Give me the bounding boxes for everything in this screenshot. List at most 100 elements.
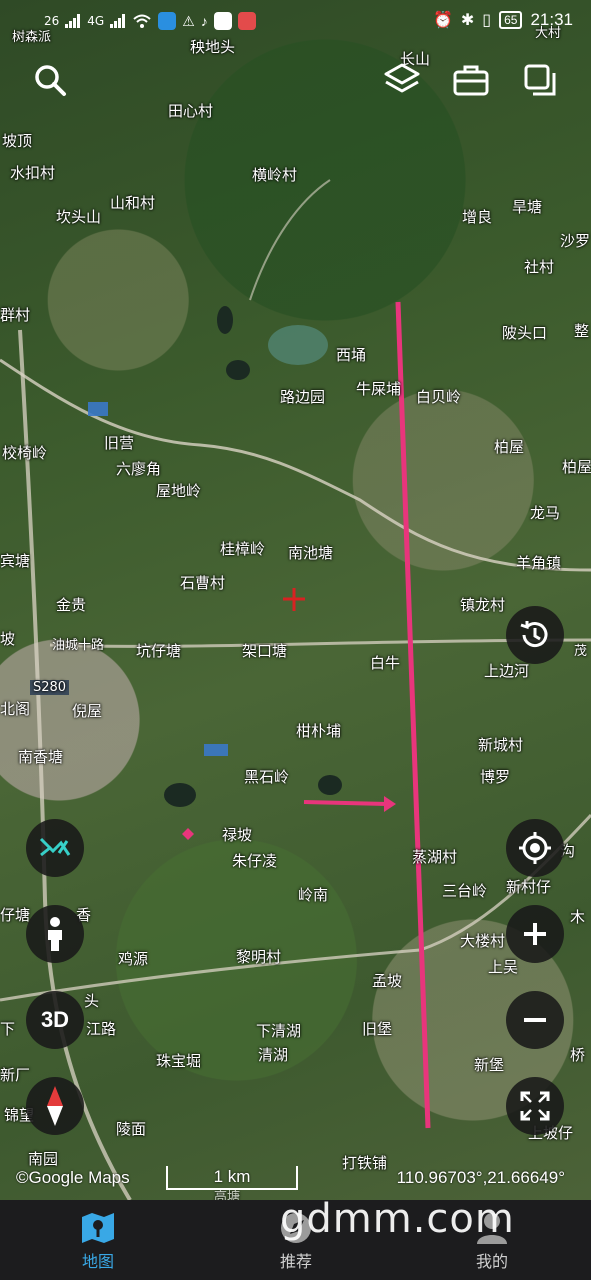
tiktok-icon: ♪ [200, 13, 208, 29]
place-label: 牛屎埔 [356, 380, 402, 398]
pedestrian-button[interactable] [26, 905, 84, 963]
signal-icon [110, 14, 126, 28]
place-label: 社村 [524, 258, 555, 276]
place-label: 羊角镇 [516, 554, 562, 572]
map-attribution: ©Google Maps [16, 1168, 130, 1187]
place-label: 朱仔凌 [232, 852, 278, 870]
place-label: 下 [0, 1020, 16, 1038]
place-label: 柏屋 [494, 438, 525, 456]
wifi-icon [133, 14, 151, 28]
fullscreen-icon [520, 1091, 550, 1121]
place-label: 新城村 [478, 736, 524, 754]
place-label: 架口塘 [242, 642, 288, 660]
layers-button[interactable] [382, 60, 422, 100]
coordinates-readout[interactable]: 110.96703°,21.66649° [397, 1168, 565, 1188]
signal-icon [65, 14, 81, 28]
app-notification-icon [237, 12, 256, 30]
place-label: 镇龙村 [460, 596, 506, 614]
place-label: 珠宝堀 [156, 1052, 202, 1070]
view-3d-button[interactable]: 3D [26, 991, 84, 1049]
place-label: 孟坡 [372, 972, 403, 990]
place-label: 坡 [0, 630, 16, 648]
place-label: 桥 [570, 1046, 586, 1064]
layers-icon [384, 63, 420, 93]
place-label: 柑朴埔 [296, 722, 342, 740]
place-label: 大楼村 [460, 932, 506, 950]
route-icon [39, 837, 71, 857]
place-label: 柏屋 [562, 458, 591, 476]
place-label: 鸡源 [118, 950, 149, 968]
zoom-out-button[interactable] [506, 991, 564, 1049]
place-label: 南池塘 [288, 544, 334, 562]
signal-strength-2: 4G [87, 14, 105, 28]
place-label: 倪屋 [72, 702, 103, 720]
place-label: 桂樟岭 [220, 540, 266, 558]
signal-strength-1: 26 [44, 14, 60, 28]
alarm-icon: ⏰ [432, 12, 453, 29]
place-label: 白牛 [370, 654, 401, 672]
place-label: 水扣村 [10, 164, 56, 182]
nav-label: 地图 [81, 1254, 114, 1271]
place-label: 白贝岭 [416, 388, 462, 406]
app-notification-icon [213, 12, 232, 30]
place-label: 横岭村 [252, 166, 298, 184]
nav-label: 我的 [475, 1254, 508, 1271]
locate-button[interactable] [506, 819, 564, 877]
place-label: 禄坡 [222, 826, 253, 844]
place-label: 整 [574, 322, 590, 340]
place-label: 黑石岭 [244, 768, 290, 786]
search-button[interactable] [30, 60, 70, 100]
place-label: 江路 [86, 1020, 117, 1038]
place-label: 西埇 [336, 346, 367, 364]
zoom-in-button[interactable] [506, 905, 564, 963]
place-label: 路边园 [280, 388, 326, 406]
compass-icon [47, 1086, 63, 1126]
place-label: 六廖角 [116, 460, 162, 478]
place-label: 宾塘 [0, 552, 31, 570]
place-label: 坑仔塘 [136, 642, 182, 660]
place-label: 新村仔 [506, 878, 552, 896]
place-label: 仔塘 [0, 906, 31, 924]
place-label: 群村 [0, 306, 31, 324]
app-screen: 树森派 秧地头 长山 大村 田心村 坡顶 横岭村 水扣村 山和村 坎头山 增良 … [0, 0, 591, 1280]
map-icon [38, 1208, 158, 1248]
place-label: 头 [84, 992, 100, 1010]
nav-tab-map[interactable]: 地图 [38, 1208, 158, 1272]
scale-bar: 1 km [166, 1166, 298, 1190]
place-label: 旱塘 [512, 198, 543, 216]
place-label: 新厂 [0, 1066, 31, 1084]
warning-icon: ⚠ [182, 12, 195, 29]
place-label: 坡顶 [2, 132, 33, 150]
status-right: ⏰ ✱ ▯ 65 21:31 [433, 10, 573, 30]
fullscreen-button[interactable] [506, 1077, 564, 1135]
place-label: 旧营 [104, 434, 135, 452]
nav-label: 推荐 [279, 1254, 312, 1271]
place-label: 岭南 [298, 886, 329, 904]
briefcase-icon [453, 65, 489, 96]
history-icon [520, 621, 548, 648]
clock: 21:31 [530, 10, 573, 29]
place-label: 陵面 [116, 1120, 147, 1138]
battery-indicator: 65 [499, 11, 523, 29]
place-label: 沙罗 [560, 232, 591, 250]
compass-button[interactable] [26, 1077, 84, 1135]
place-label: 金贵 [56, 596, 87, 614]
status-left: 26 4G ⚠ ♪ [44, 12, 256, 30]
place-label: 下清湖 [256, 1022, 302, 1040]
copy-button[interactable] [520, 60, 560, 100]
route-button[interactable] [26, 819, 84, 877]
place-label: 上边河 [484, 662, 530, 680]
toolbox-button[interactable] [451, 60, 491, 100]
place-label: 新堡 [474, 1056, 505, 1074]
place-label: 龙马 [530, 504, 561, 522]
place-label: 三台岭 [442, 882, 488, 900]
place-label: 黎明村 [236, 948, 282, 966]
place-label: 山和村 [110, 194, 156, 212]
history-button[interactable] [506, 606, 564, 664]
satellite-map[interactable]: 树森派 秧地头 长山 大村 田心村 坡顶 横岭村 水扣村 山和村 坎头山 增良 … [0, 0, 591, 1205]
place-label: 田心村 [168, 102, 214, 120]
locate-icon [519, 832, 551, 864]
app-notification-icon [158, 12, 177, 30]
place-label: 屋地岭 [156, 482, 202, 500]
place-label: 蒸湖村 [412, 848, 458, 866]
